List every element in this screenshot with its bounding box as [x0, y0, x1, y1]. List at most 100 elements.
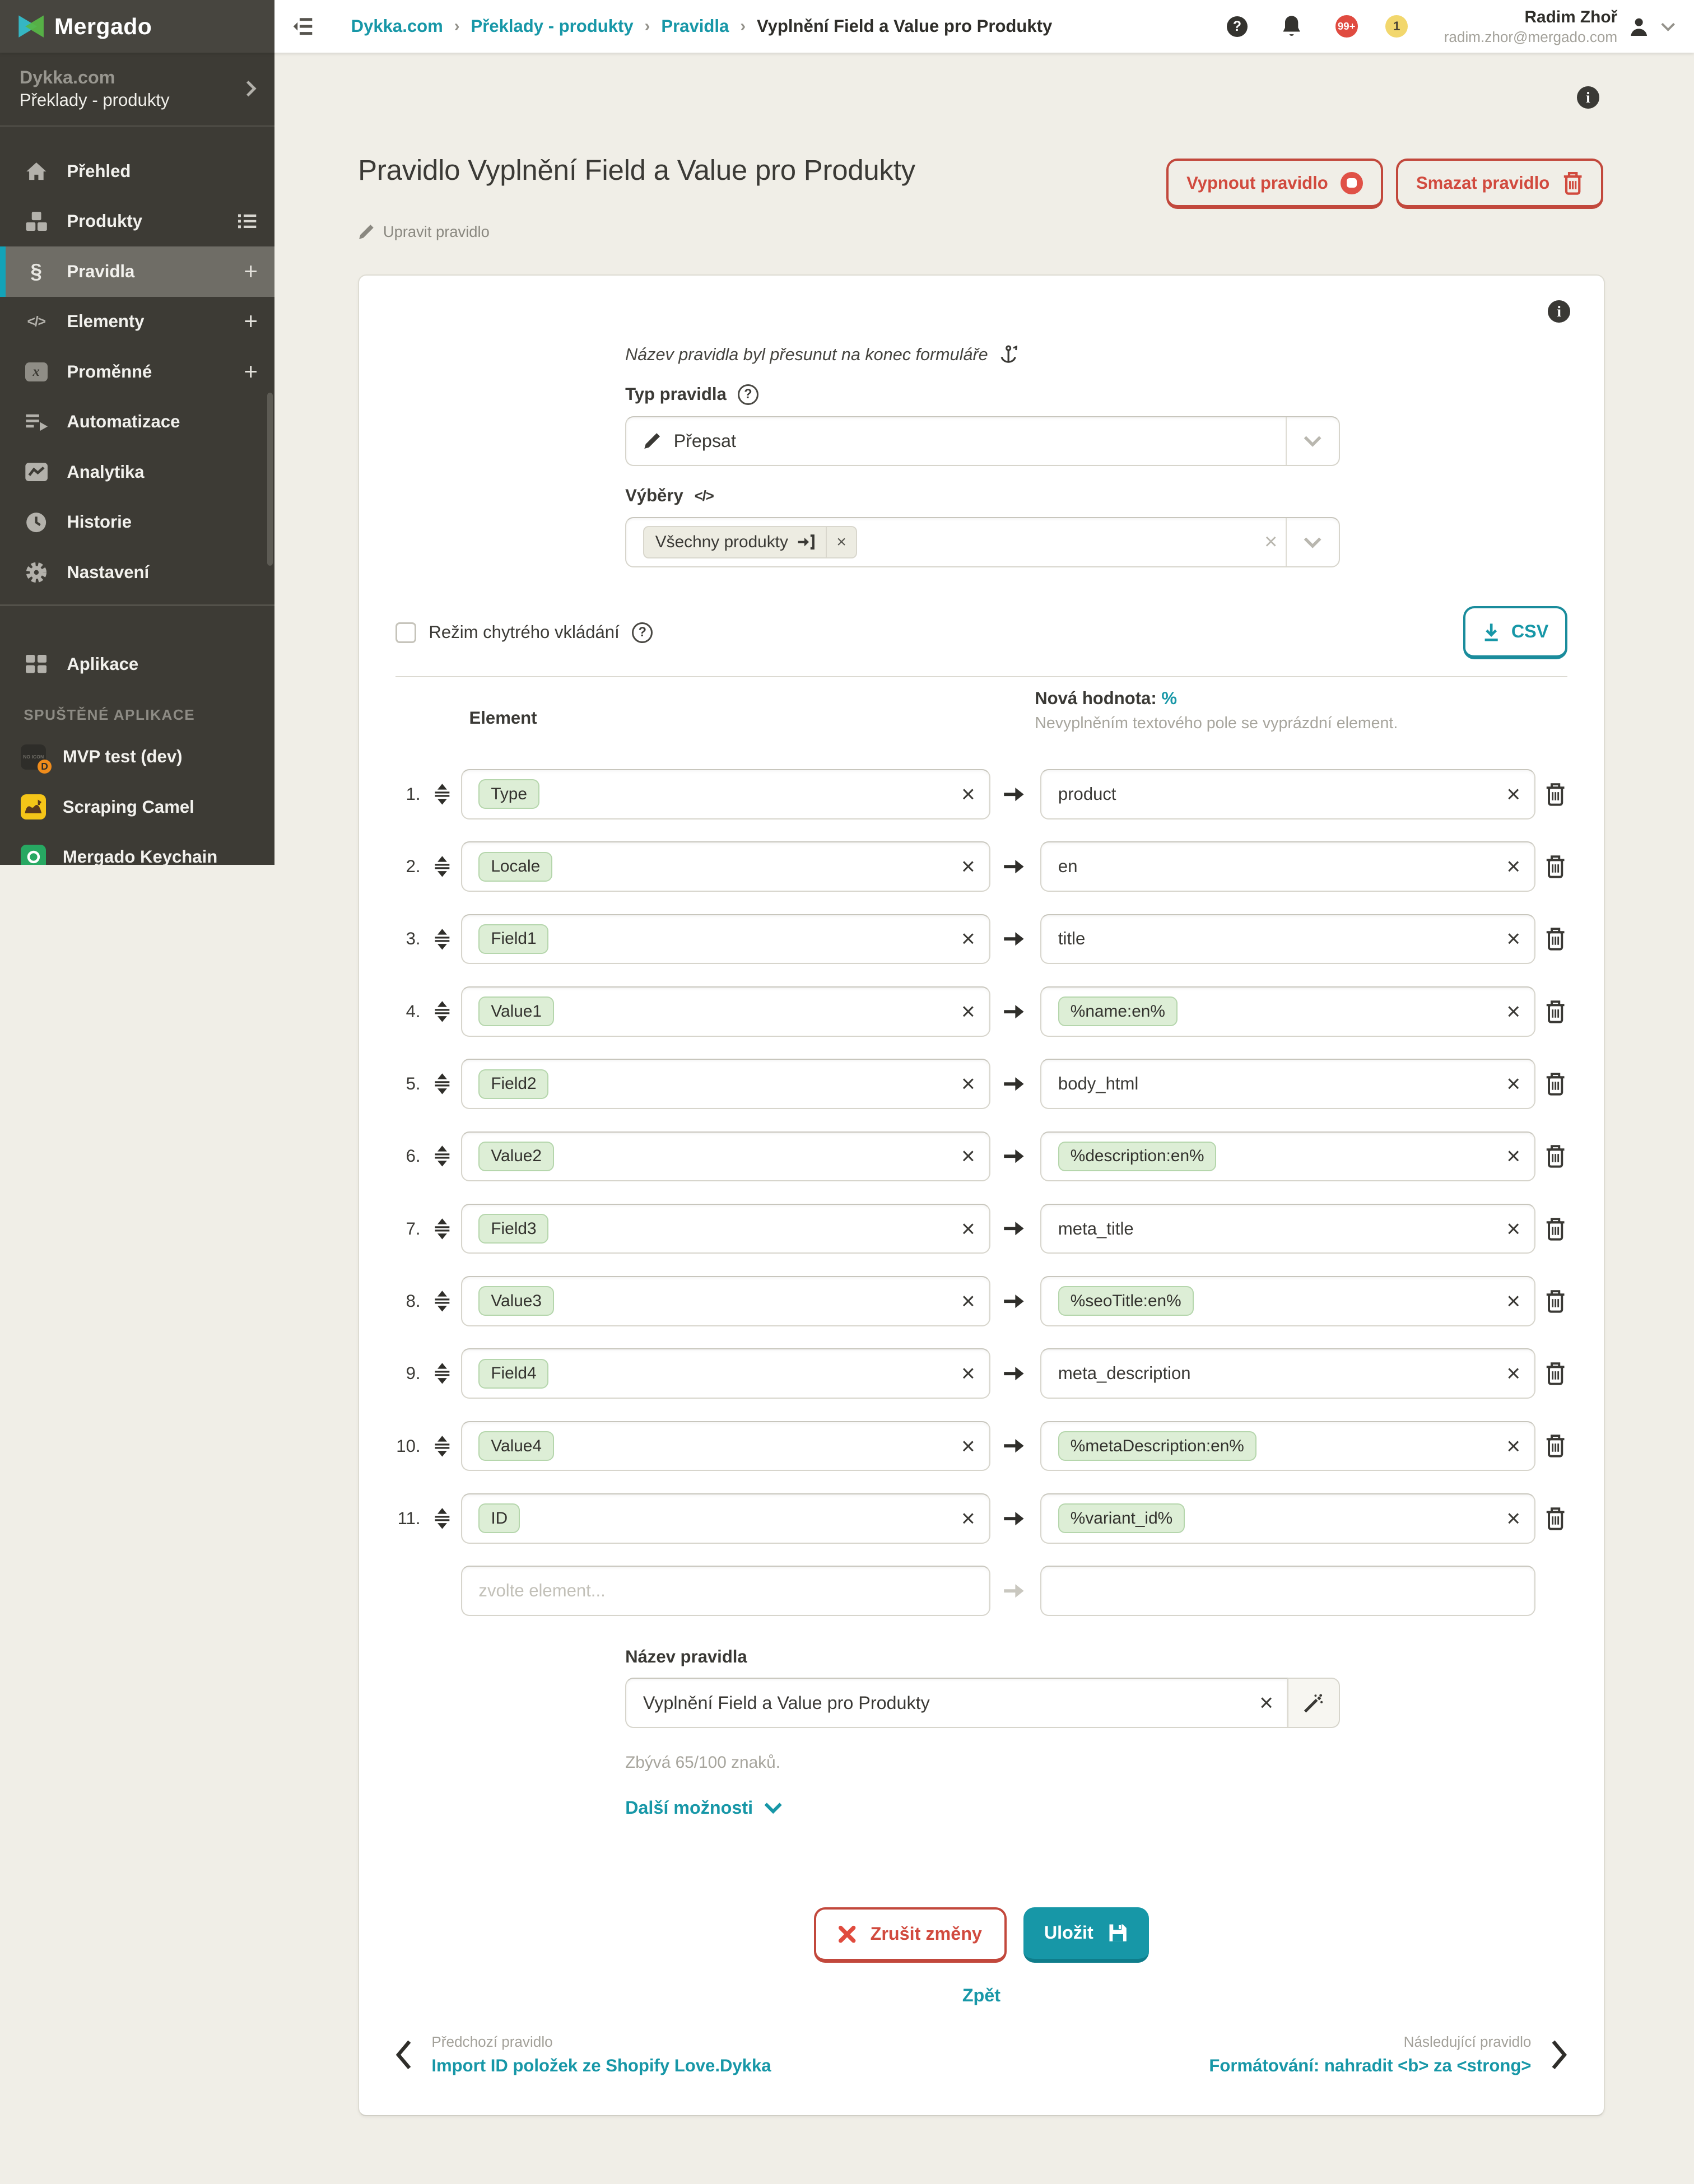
drag-handle-icon[interactable] [431, 928, 452, 951]
value-chip[interactable]: %variant_id% [1058, 1503, 1185, 1534]
clear-element-icon[interactable]: × [961, 1506, 975, 1530]
chevron-left-icon[interactable] [395, 2039, 412, 2070]
plus-icon[interactable]: + [244, 310, 258, 333]
value-input[interactable]: product × [1040, 769, 1535, 819]
element-chip[interactable]: Value1 [478, 996, 554, 1027]
element-chip[interactable]: Locale [478, 851, 553, 882]
selection-chip[interactable]: Všechny produkty × [643, 525, 858, 558]
project-switcher[interactable]: Dykka.com Překlady - produkty [0, 53, 274, 127]
element-chip[interactable]: Field4 [478, 1358, 549, 1389]
drag-handle-icon[interactable] [431, 1507, 452, 1530]
question-icon[interactable]: ? [632, 622, 653, 644]
value-input-empty[interactable] [1040, 1566, 1535, 1616]
value-chip[interactable]: %metaDescription:en% [1058, 1431, 1256, 1461]
cancel-button[interactable]: Zrušit změny [813, 1907, 1007, 1963]
value-chip[interactable]: %description:en% [1058, 1141, 1217, 1171]
element-input-empty[interactable]: zvolte element... [460, 1566, 990, 1616]
sidebar-item-aplikace[interactable]: Aplikace [0, 639, 274, 690]
clear-element-icon[interactable]: × [961, 782, 975, 806]
remove-chip-icon[interactable]: × [827, 525, 858, 558]
delete-rule-button[interactable]: Smazat pravidlo [1395, 159, 1604, 209]
clear-element-icon[interactable]: × [961, 1289, 975, 1313]
value-input[interactable]: meta_title × [1040, 1203, 1535, 1254]
list-icon[interactable] [238, 213, 258, 230]
prev-rule-link[interactable]: Import ID položek ze Shopify Love.Dykka [431, 2053, 771, 2079]
bell-icon[interactable] [1281, 15, 1302, 38]
next-rule[interactable]: Následující pravidlo Formátování: nahrad… [1209, 2031, 1531, 2079]
value-input[interactable]: %name:en% × [1040, 986, 1535, 1037]
drag-handle-icon[interactable] [431, 1290, 452, 1312]
drag-handle-icon[interactable] [431, 1435, 452, 1457]
clear-element-icon[interactable]: × [961, 1072, 975, 1096]
element-input[interactable]: Field2 × [460, 1059, 990, 1109]
clear-select-icon[interactable]: × [1264, 518, 1277, 566]
page-info-icon[interactable]: i [1577, 86, 1599, 109]
trash-icon[interactable] [1544, 1289, 1567, 1313]
save-button[interactable]: Uložit [1023, 1907, 1150, 1963]
element-input[interactable]: Value3 × [460, 1276, 990, 1326]
element-chip[interactable]: Value3 [478, 1286, 554, 1316]
clear-element-icon[interactable]: × [961, 854, 975, 878]
value-input[interactable]: %variant_id% × [1040, 1493, 1535, 1544]
clear-value-icon[interactable]: × [1506, 1217, 1520, 1241]
collapse-sidebar-icon[interactable] [291, 17, 314, 35]
clear-value-icon[interactable]: × [1506, 1506, 1520, 1530]
percent-hint[interactable]: % [1161, 688, 1177, 708]
clear-element-icon[interactable]: × [961, 1217, 975, 1241]
clear-value-icon[interactable]: × [1506, 1289, 1520, 1313]
rule-type-select[interactable]: Přepsat [625, 416, 1340, 467]
value-input[interactable]: title × [1040, 914, 1535, 965]
sidebar-item-automatizace[interactable]: Automatizace [0, 397, 274, 448]
element-input[interactable]: Type × [460, 769, 990, 819]
element-input[interactable]: Value1 × [460, 986, 990, 1037]
drag-handle-icon[interactable] [431, 1362, 452, 1385]
trash-icon[interactable] [1544, 1507, 1567, 1530]
sidebar-item-historie[interactable]: Historie [0, 497, 274, 548]
person-icon[interactable] [1628, 16, 1649, 37]
element-chip[interactable]: Field1 [478, 924, 549, 954]
next-rule-link[interactable]: Formátování: nahradit <b> za <strong> [1209, 2053, 1531, 2079]
value-chip[interactable]: %name:en% [1058, 996, 1178, 1027]
rule-name-input[interactable]: Vyplnění Field a Value pro Produkty × [625, 1678, 1288, 1728]
value-input[interactable]: %description:en% × [1040, 1131, 1535, 1182]
element-input[interactable]: Field4 × [460, 1348, 990, 1399]
clear-value-icon[interactable]: × [1506, 999, 1520, 1023]
clear-value-icon[interactable]: × [1506, 1072, 1520, 1096]
plus-icon[interactable]: + [244, 259, 258, 283]
trash-icon[interactable] [1544, 927, 1567, 951]
sidebar-item-pravidla[interactable]: § Pravidla + [0, 246, 274, 297]
element-chip[interactable]: Type [478, 779, 539, 809]
clear-element-icon[interactable]: × [961, 1434, 975, 1457]
sidebar-item-elementy[interactable]: </> Elementy + [0, 297, 274, 347]
element-chip[interactable]: Value2 [478, 1141, 554, 1171]
drag-handle-icon[interactable] [431, 1073, 452, 1095]
drag-handle-icon[interactable] [431, 855, 452, 878]
question-icon[interactable]: ? [737, 384, 759, 405]
clear-value-icon[interactable]: × [1506, 854, 1520, 878]
element-input[interactable]: Value4 × [460, 1421, 990, 1471]
clear-element-icon[interactable]: × [961, 999, 975, 1023]
trash-icon[interactable] [1544, 1144, 1567, 1168]
trash-icon[interactable] [1544, 1072, 1567, 1096]
trash-icon[interactable] [1544, 1362, 1567, 1385]
drag-handle-icon[interactable] [431, 783, 452, 805]
clear-value-icon[interactable]: × [1506, 1144, 1520, 1168]
clear-value-icon[interactable]: × [1506, 927, 1520, 951]
help-icon[interactable]: ? [1226, 16, 1248, 37]
element-chip[interactable]: ID [478, 1503, 520, 1534]
smart-mode-checkbox[interactable] [395, 622, 417, 644]
value-input[interactable]: %seoTitle:en% × [1040, 1276, 1535, 1326]
breadcrumb-export[interactable]: Překlady - produkty [471, 16, 633, 36]
trash-icon[interactable] [1544, 783, 1567, 806]
trash-icon[interactable] [1544, 1000, 1567, 1023]
clear-element-icon[interactable]: × [961, 1144, 975, 1168]
value-input[interactable]: %metaDescription:en% × [1040, 1421, 1535, 1471]
mergado-logo[interactable]: Mergado [0, 0, 274, 53]
value-input[interactable]: en × [1040, 841, 1535, 892]
value-chip[interactable]: %seoTitle:en% [1058, 1286, 1194, 1316]
app-item-mvp-test[interactable]: NO ICON D MVP test (dev) [0, 736, 274, 778]
edit-rule-link[interactable]: Upravit pravidlo [358, 223, 1694, 241]
disable-rule-button[interactable]: Vypnout pravidlo [1166, 159, 1384, 209]
app-item-mergado-keychain[interactable]: Mergado Keychain [0, 836, 274, 865]
sidebar-scrollbar[interactable] [267, 393, 273, 566]
